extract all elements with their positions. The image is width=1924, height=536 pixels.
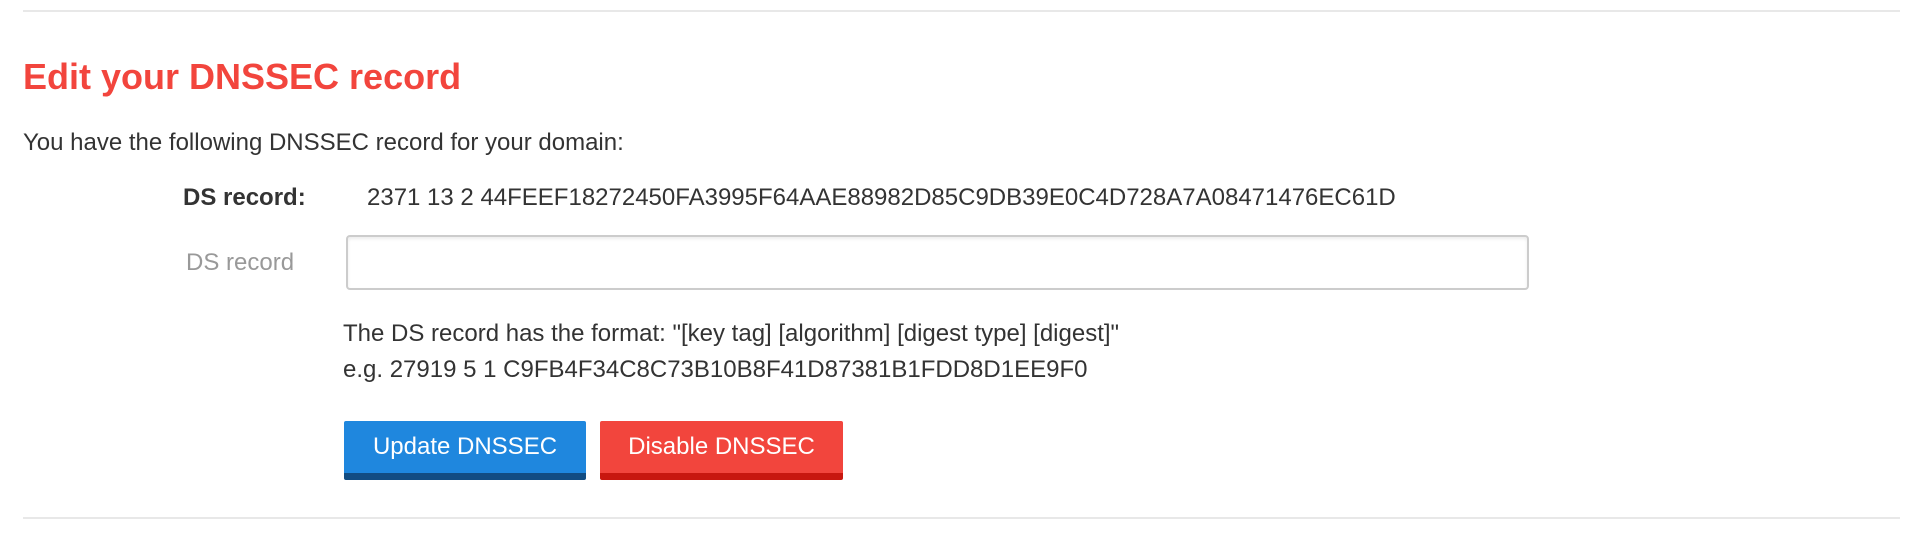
- format-help-text: The DS record has the format: "[key tag]…: [343, 320, 1120, 347]
- format-example-text: e.g. 27919 5 1 C9FB4F34C8C73B10B8F41D873…: [343, 356, 1088, 383]
- existing-record-value: 2371 13 2 44FEEF18272450FA3995F64AAE8898…: [367, 184, 1396, 211]
- update-dnssec-button[interactable]: Update DNSSEC: [344, 421, 586, 480]
- disable-dnssec-button[interactable]: Disable DNSSEC: [600, 421, 843, 480]
- existing-record-label: DS record:: [183, 184, 306, 211]
- page-title: Edit your DNSSEC record: [23, 56, 462, 97]
- ds-record-input[interactable]: [346, 235, 1529, 290]
- ds-record-field-label: DS record: [186, 249, 295, 276]
- bottom-divider: [23, 517, 1900, 519]
- format-help: The DS record has the format: "[key tag]…: [343, 316, 1119, 388]
- intro-text: You have the following DNSSEC record for…: [23, 129, 624, 156]
- top-divider: [23, 10, 1900, 12]
